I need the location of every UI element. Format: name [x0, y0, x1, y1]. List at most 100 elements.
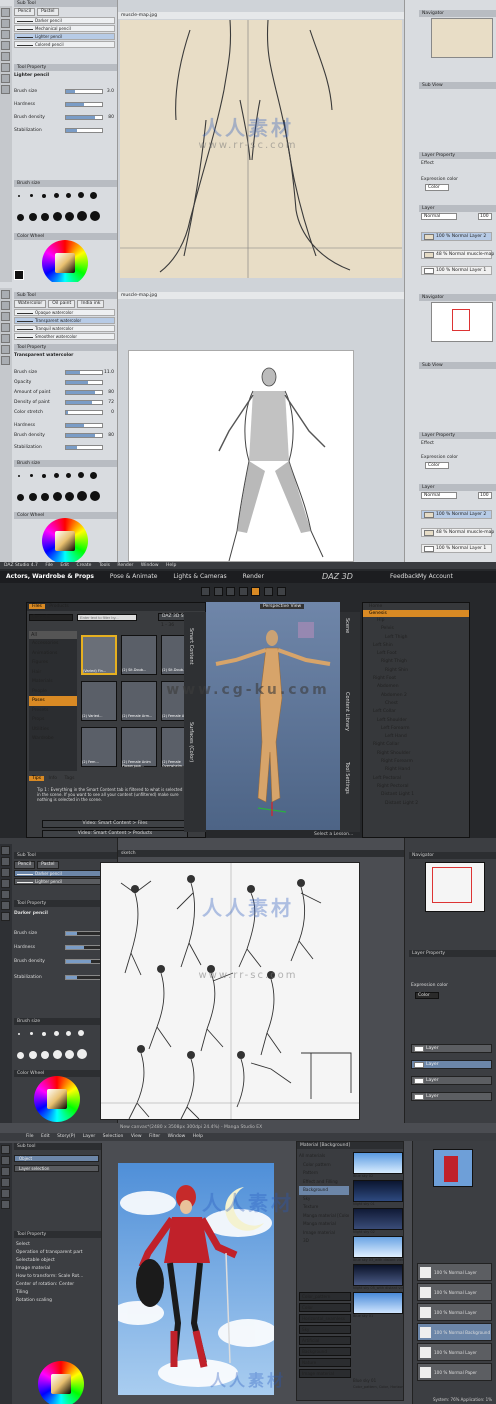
tab-lights-cameras[interactable]: Lights & Cameras	[173, 573, 226, 580]
brush-size-dot[interactable]	[41, 213, 49, 221]
blend-mode-select[interactable]: Normal	[421, 213, 457, 220]
layer-row[interactable]: 100 % Normal Layer	[417, 1283, 492, 1301]
brush-size-dot[interactable]	[18, 195, 20, 197]
brush-size-dot[interactable]	[66, 473, 71, 478]
menu-tools[interactable]: Tools	[99, 563, 110, 568]
tab-tool-settings[interactable]: Tool Settings	[344, 762, 350, 794]
camera-icon[interactable]	[201, 587, 210, 596]
scene-item[interactable]: Distant Light 1	[363, 791, 469, 799]
property-slider[interactable]	[65, 102, 103, 107]
category-item[interactable]: Props	[29, 715, 77, 725]
gradient-tool-icon[interactable]	[1, 345, 10, 354]
navigator-preview[interactable]	[431, 302, 493, 342]
color-wheel[interactable]	[34, 1076, 80, 1122]
scene-item[interactable]: Pelvis	[363, 625, 469, 633]
brush-item-selected[interactable]: Lighter pencil	[14, 33, 115, 40]
brush-size-dot[interactable]	[53, 212, 62, 221]
layer-row[interactable]: 100 % Normal Layer 1	[421, 544, 492, 553]
tab-watercolor[interactable]: Watercolor	[14, 300, 47, 308]
tab-render[interactable]: Render	[243, 573, 264, 580]
scene-item[interactable]: Right Forearm	[363, 758, 469, 766]
pencil-tool-icon[interactable]	[1, 301, 10, 310]
brush-size-dot[interactable]	[66, 1031, 71, 1036]
tab-oil-paint[interactable]: Oil paint	[48, 300, 76, 308]
brush-item[interactable]: Tranquil watercolor	[14, 325, 115, 332]
layer-row[interactable]: 48 % Normal muscle-map	[421, 250, 494, 259]
canvas-tab[interactable]: sketch	[118, 850, 404, 857]
property-slider[interactable]	[65, 370, 103, 375]
category-item[interactable]: Utilities	[29, 725, 77, 735]
menu-create[interactable]: Create	[76, 563, 91, 568]
property-slider[interactable]	[65, 89, 103, 94]
universal-tool-icon[interactable]	[251, 587, 261, 596]
brush-size-dot[interactable]	[77, 211, 87, 221]
tab-info[interactable]: Info	[46, 776, 61, 781]
material-tree-item[interactable]: Color pattern	[299, 1161, 349, 1170]
node-select-icon[interactable]	[213, 587, 223, 596]
expression-color-select[interactable]: Color	[415, 992, 439, 999]
scene-item[interactable]: Left Shin	[363, 642, 469, 650]
category-item[interactable]: Wardrobe	[29, 734, 77, 744]
operation-item[interactable]: Image material	[16, 1265, 99, 1273]
text-tool-icon[interactable]	[1, 74, 10, 83]
pose-thumbnail[interactable]: (2) Sit.Doub...	[121, 635, 157, 675]
layer-row[interactable]: 100 % Normal Layer 2	[421, 510, 492, 519]
scene-item[interactable]: Right Shin	[363, 667, 469, 675]
watercolor-canvas[interactable]	[128, 350, 354, 562]
my-account-link[interactable]: My Account	[418, 571, 453, 583]
operation-item[interactable]: Rotation scaling	[16, 1297, 99, 1305]
tab-surfaces[interactable]: Surfaces (Color)	[188, 722, 194, 762]
scene-item[interactable]: Right Thigh	[363, 658, 469, 666]
navigator-viewport[interactable]	[452, 309, 470, 331]
eraser-tool-icon[interactable]	[1, 879, 10, 888]
scene-root[interactable]: Home	[363, 603, 469, 610]
brush-size-dot[interactable]	[54, 193, 59, 198]
tab-products[interactable]: Products	[46, 604, 71, 609]
brush-size-dot[interactable]	[90, 192, 97, 199]
scene-item[interactable]: Left Pectoral	[363, 775, 469, 783]
layer-row[interactable]: 100 % Normal Layer 2	[421, 232, 492, 241]
operation-item[interactable]: Center of rotation: Center	[16, 1281, 99, 1289]
gradient-tool-icon[interactable]	[1, 63, 10, 72]
rotate-icon[interactable]	[238, 587, 248, 596]
brush-size-dot[interactable]	[65, 1050, 74, 1059]
property-slider[interactable]	[65, 945, 103, 950]
tag-item[interactable]: Artificial	[299, 1336, 351, 1345]
blend-mode-select[interactable]: Normal	[421, 492, 457, 499]
tag-item[interactable]: Background	[299, 1347, 351, 1356]
brush-item[interactable]: Opaque watercolor	[14, 309, 115, 316]
tag-item[interactable]: Horizontal_seamless	[299, 1314, 351, 1323]
brush-item[interactable]: Darker pencil	[14, 17, 115, 24]
tab-actors-wardrobe-props[interactable]: Actors, Wardrobe & Props	[6, 573, 94, 580]
operation-item[interactable]: How to transform: Scale Rot...	[16, 1273, 99, 1281]
scene-item[interactable]: Left Collar	[363, 708, 469, 716]
layer-row[interactable]: 48 % Normal muscle-map	[421, 528, 494, 537]
tab-pencil[interactable]: Pencil	[14, 8, 36, 16]
menu-file[interactable]: File	[45, 563, 53, 568]
tag-item[interactable]: Color	[299, 1303, 351, 1312]
move-tool-icon[interactable]	[1, 1145, 10, 1154]
menu-story[interactable]: Story(P)	[57, 1134, 75, 1139]
brush-size-dot[interactable]	[66, 193, 71, 198]
category-item[interactable]: Hair	[29, 668, 77, 678]
brush-item[interactable]: Colored pencil	[14, 41, 115, 48]
tab-india-ink[interactable]: India ink	[77, 300, 105, 308]
pose-thumbnail[interactable]: (2) Fem...	[81, 727, 117, 767]
brush-size-dot[interactable]	[90, 472, 97, 479]
tab-files[interactable]: Files	[29, 604, 45, 609]
filter-mode-select[interactable]: Genesis	[29, 614, 73, 621]
menu-help[interactable]: Help	[193, 1134, 203, 1139]
brush-size-dot[interactable]	[41, 493, 49, 501]
brush-size-dot[interactable]	[65, 212, 74, 221]
brush-size-dot[interactable]	[77, 1049, 87, 1059]
material-thumbnail[interactable]	[353, 1152, 403, 1174]
tag-item[interactable]: Sky	[299, 1325, 351, 1334]
scene-item[interactable]: Left Forearm	[363, 725, 469, 733]
property-slider[interactable]	[65, 390, 103, 395]
menu-render[interactable]: Render	[117, 563, 133, 568]
material-thumbnail[interactable]	[353, 1292, 403, 1314]
scene-item[interactable]: Left Thigh	[363, 634, 469, 642]
brush-size-dot[interactable]	[54, 473, 59, 478]
tab-pencil[interactable]: Pencil	[14, 861, 36, 869]
text-tool-icon[interactable]	[1, 356, 10, 365]
